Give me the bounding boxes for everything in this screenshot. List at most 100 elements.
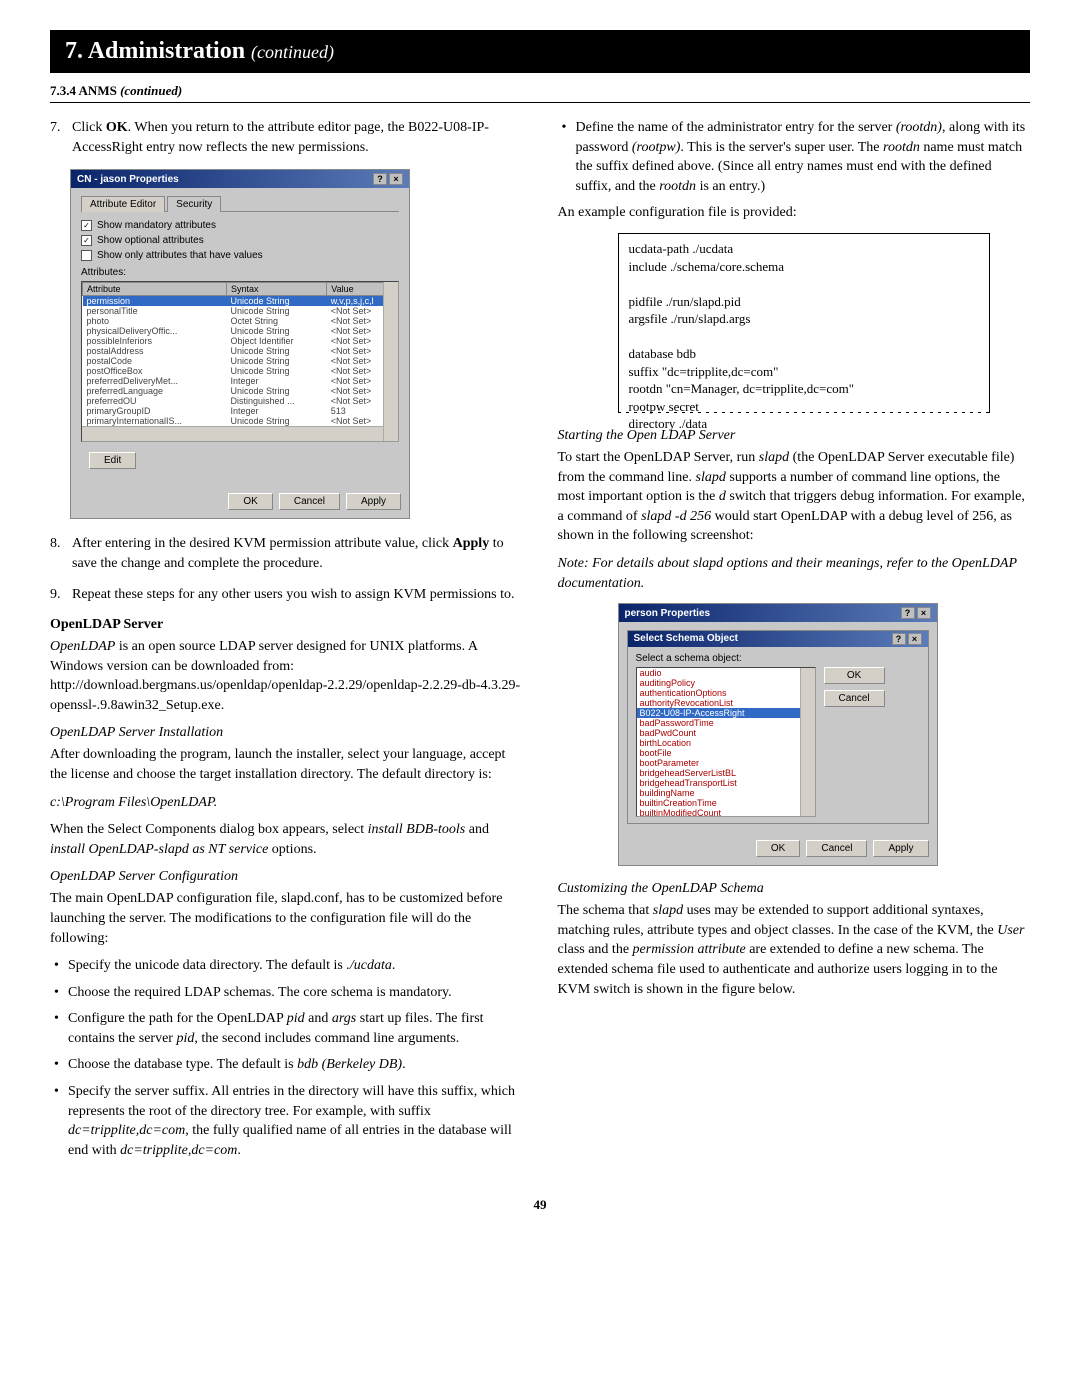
dialog-title: CN - jason Properties [77,174,179,185]
list-item[interactable]: bootFile [637,748,815,758]
inner-title: Select Schema Object [634,633,739,645]
rootdn-bullet: Define the name of the administrator ent… [558,118,1031,196]
customizing-heading: Customizing the OpenLDAP Schema [558,881,1031,897]
checkbox[interactable] [81,250,92,261]
checkbox[interactable]: ✓ [81,235,92,246]
config-line: database bdb [629,345,980,363]
attributes-label: Attributes: [81,267,399,278]
col-syntax[interactable]: Syntax [227,283,327,296]
scrollbar-vertical[interactable] [383,282,398,441]
bottom-cancel-button[interactable]: Cancel [806,840,867,857]
right-column: Define the name of the administrator ent… [558,118,1031,1167]
col-attribute[interactable]: Attribute [83,283,227,296]
table-row[interactable]: preferredOUDistinguished ...<Not Set> [83,396,398,406]
example-intro: An example configuration file is provide… [558,203,1031,223]
table-row[interactable]: primaryInternationalIS...Unicode String<… [83,416,398,426]
schema-ok-button[interactable]: OK [824,667,885,684]
header-title: Administration [88,38,245,64]
config-heading: OpenLDAP Server Configuration [50,869,523,885]
edit-button[interactable]: Edit [89,452,136,469]
tab-security[interactable]: Security [167,196,221,212]
list-item[interactable]: auditingPolicy [637,678,815,688]
config-line: suffix "dc=tripplite,dc=com" [629,363,980,381]
config-line: rootpw secret [629,398,980,416]
table-row[interactable]: permissionUnicode Stringw,v,p,s,j,c,l [83,296,398,307]
bullet-2: Choose the required LDAP schemas. The co… [50,983,523,1003]
schema-cancel-button[interactable]: Cancel [824,690,885,707]
config-bullets: Specify the unicode data directory. The … [50,956,523,1160]
install-heading: OpenLDAP Server Installation [50,725,523,741]
schema-object-list[interactable]: audioauditingPolicyauthenticationOptions… [636,667,816,817]
list-item[interactable]: authenticationOptions [637,688,815,698]
step-9: 9. Repeat these steps for any other user… [50,585,523,605]
page-number: 49 [50,1197,1030,1213]
list-item[interactable]: bridgeheadServerListBL [637,768,815,778]
tab-attribute-editor[interactable]: Attribute Editor [81,196,165,212]
schema-label: Select a schema object: [636,653,920,664]
schema-inner-titlebar: Select Schema Object ? × [628,631,928,647]
schema-outer-titlebar: person Properties ? × [619,604,937,622]
list-item[interactable]: builtinCreationTime [637,798,815,808]
outer-title: person Properties [625,608,711,619]
header-number: 7. [65,38,83,64]
config-line [629,275,980,293]
starting-para: To start the OpenLDAP Server, run slapd … [558,448,1031,546]
bottom-ok-button[interactable]: OK [756,840,800,857]
install-para: After downloading the program, launch th… [50,745,523,784]
list-item[interactable]: bootParameter [637,758,815,768]
bottom-apply-button[interactable]: Apply [873,840,928,857]
help-icon[interactable]: ? [901,607,915,619]
subsection-number: 7.3.4 [50,83,76,98]
table-row[interactable]: preferredDeliveryMet...Integer<Not Set> [83,376,398,386]
list-item[interactable]: builtinModifiedCount [637,808,815,817]
checkbox-row[interactable]: ✓Show optional attributes [81,235,399,246]
close-icon[interactable]: × [389,173,403,185]
scrollbar-horizontal[interactable] [82,426,398,441]
checkbox-row[interactable]: Show only attributes that have values [81,250,399,261]
ok-button[interactable]: OK [228,493,272,510]
list-item[interactable]: buildingName [637,788,815,798]
bullet-1: Specify the unicode data directory. The … [50,956,523,976]
subsection-title: ANMS [79,83,117,98]
config-line: argsfile ./run/slapd.args [629,310,980,328]
help-icon[interactable]: ? [892,633,906,645]
table-row[interactable]: photoOctet String<Not Set> [83,316,398,326]
scrollbar-vertical[interactable] [800,668,815,816]
dialog-tabs: Attribute Editor Security [81,196,399,212]
list-item[interactable]: B022-U08-IP-AccessRight [637,708,815,718]
config-line: pidfile ./run/slapd.pid [629,293,980,311]
help-icon[interactable]: ? [373,173,387,185]
table-row[interactable]: possibleInferiorsObject Identifier<Not S… [83,336,398,346]
list-item[interactable]: bridgeheadTransportList [637,778,815,788]
table-row[interactable]: personalTitleUnicode String<Not Set> [83,306,398,316]
note-text: Note: For details about slapd options an… [558,554,1031,593]
openldap-para: OpenLDAP is an open source LDAP server d… [50,637,523,715]
close-icon[interactable]: × [917,607,931,619]
list-item[interactable]: audio [637,668,815,678]
step-8: 8. After entering in the desired KVM per… [50,534,523,573]
checkbox[interactable]: ✓ [81,220,92,231]
list-item[interactable]: authorityRevocationList [637,698,815,708]
cancel-button[interactable]: Cancel [279,493,340,510]
table-row[interactable]: postalAddressUnicode String<Not Set> [83,346,398,356]
step-7: 7. Click OK. When you return to the attr… [50,118,523,157]
rootdn-bullet-list: Define the name of the administrator ent… [558,118,1031,196]
table-row[interactable]: primaryGroupIDInteger513 [83,406,398,416]
config-line: include ./schema/core.schema [629,258,980,276]
schema-dialog: person Properties ? × Select Schema Obje… [618,603,938,866]
list-item[interactable]: birthLocation [637,738,815,748]
dialog-titlebar: CN - jason Properties ? × [71,170,409,188]
table-row[interactable]: physicalDeliveryOffic...Unicode String<N… [83,326,398,336]
table-row[interactable]: preferredLanguageUnicode String<Not Set> [83,386,398,396]
apply-button[interactable]: Apply [346,493,401,510]
bullet-4: Choose the database type. The default is… [50,1055,523,1075]
list-item[interactable]: badPwdCount [637,728,815,738]
close-icon[interactable]: × [908,633,922,645]
config-line: rootdn "cn=Manager, dc=tripplite,dc=com" [629,380,980,398]
list-item[interactable]: badPasswordTime [637,718,815,728]
table-row[interactable]: postalCodeUnicode String<Not Set> [83,356,398,366]
table-row[interactable]: postOfficeBoxUnicode String<Not Set> [83,366,398,376]
checkbox-row[interactable]: ✓Show mandatory attributes [81,220,399,231]
subsection-continued: (continued) [120,83,182,98]
config-file-box: ucdata-path ./ucdatainclude ./schema/cor… [618,233,991,413]
